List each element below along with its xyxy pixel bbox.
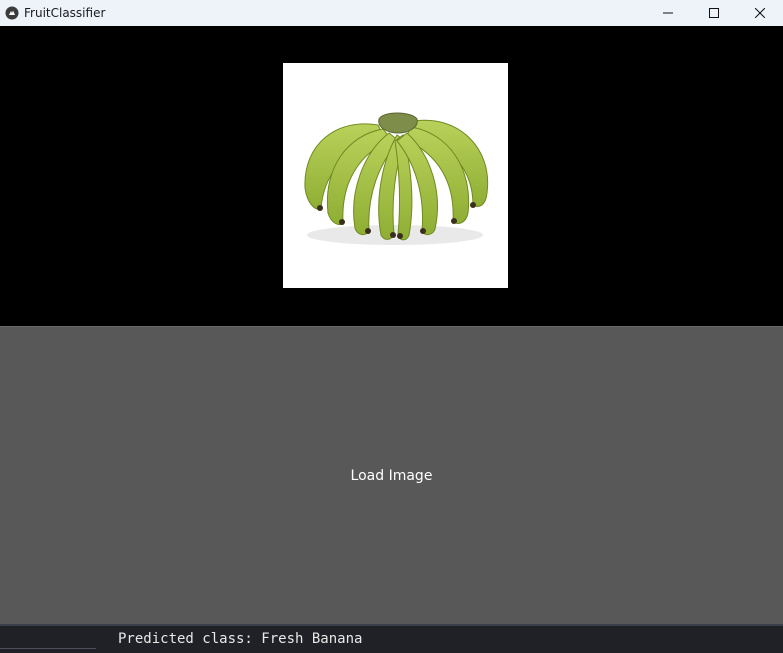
minimize-button[interactable] [645, 0, 691, 26]
close-icon [755, 8, 765, 18]
banana-bunch-image [304, 112, 489, 245]
load-image-button[interactable]: Load Image [0, 326, 783, 624]
status-divider [0, 648, 96, 649]
maximize-icon [709, 8, 719, 18]
prediction-text: Predicted class: Fresh Banana [118, 631, 363, 647]
fruit-image [283, 63, 508, 288]
close-button[interactable] [737, 0, 783, 26]
app-window: FruitClassifier Load Image Predicted cla… [0, 0, 783, 653]
load-image-label: Load Image [350, 467, 433, 484]
title-bar[interactable]: FruitClassifier [0, 0, 783, 26]
minimize-icon [663, 8, 673, 18]
window-title: FruitClassifier [24, 6, 106, 20]
prediction-status-bar: Predicted class: Fresh Banana [0, 624, 783, 653]
window-controls [645, 0, 783, 26]
kivy-logo-icon [5, 6, 19, 20]
image-display-area [0, 26, 783, 326]
maximize-button[interactable] [691, 0, 737, 26]
